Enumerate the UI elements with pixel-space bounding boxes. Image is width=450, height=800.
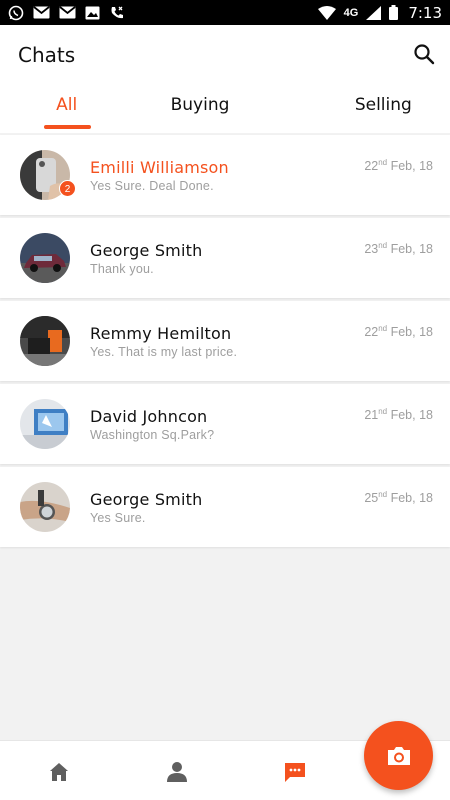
chat-item[interactable]: David Johncon Washington Sq.Park? 21nd F… [0, 384, 450, 464]
camera-button[interactable] [364, 721, 433, 790]
chat-date: 23nd Feb, 18 [364, 241, 433, 256]
chat-item[interactable]: George Smith Yes Sure. 25nd Feb, 18 [0, 467, 450, 547]
home-icon[interactable] [46, 759, 72, 785]
profile-icon[interactable] [164, 759, 190, 785]
chat-last-message: Yes. That is my last price. [90, 345, 238, 359]
avatar [20, 316, 70, 366]
network-type: 4G [343, 6, 359, 19]
gmail-icon [59, 6, 76, 19]
chat-list: 2 Emilli Williamson Yes Sure. Deal Done.… [0, 135, 450, 550]
chat-date: 22nd Feb, 18 [364, 324, 433, 339]
search-icon[interactable] [412, 42, 436, 66]
avatar [20, 233, 70, 283]
whatsapp-icon [8, 5, 24, 20]
chat-filter-tabs: All Buying Selling [0, 87, 450, 129]
chat-last-message: Yes Sure. [90, 511, 146, 525]
camera-icon [387, 746, 410, 765]
avatar [20, 482, 70, 532]
chat-contact-name: David Johncon [90, 407, 208, 426]
tab-selling[interactable]: Selling [267, 87, 450, 127]
chat-last-message: Thank you. [90, 262, 154, 276]
chat-item[interactable]: 2 Emilli Williamson Yes Sure. Deal Done.… [0, 135, 450, 215]
signal-icon [366, 5, 382, 20]
chat-contact-name: George Smith [90, 490, 203, 509]
chat-last-message: Washington Sq.Park? [90, 428, 215, 442]
chat-icon[interactable] [282, 759, 308, 785]
clock: 7:13 [408, 3, 442, 22]
chat-contact-name: Emilli Williamson [90, 158, 229, 177]
app-header: Chats All Buying Selling [0, 25, 450, 133]
chat-date: 22nd Feb, 18 [364, 158, 433, 173]
tab-all[interactable]: All [0, 87, 133, 129]
chat-date: 21nd Feb, 18 [364, 407, 433, 422]
gallery-icon [85, 6, 100, 19]
wifi-icon [317, 5, 336, 20]
gmail-icon [33, 6, 50, 19]
chat-contact-name: Remmy Hemilton [90, 324, 232, 343]
chat-item[interactable]: George Smith Thank you. 23nd Feb, 18 [0, 218, 450, 298]
page-title: Chats [18, 43, 76, 67]
chat-date: 25nd Feb, 18 [364, 490, 433, 505]
chat-last-message: Yes Sure. Deal Done. [90, 179, 214, 193]
missed-call-icon [111, 6, 123, 18]
avatar [20, 399, 70, 449]
chat-item[interactable]: Remmy Hemilton Yes. That is my last pric… [0, 301, 450, 381]
status-bar: 4G 7:13 [0, 0, 450, 25]
battery-icon [389, 5, 399, 20]
chat-contact-name: George Smith [90, 241, 203, 260]
tab-buying[interactable]: Buying [133, 87, 266, 127]
unread-count-badge: 2 [59, 180, 76, 197]
